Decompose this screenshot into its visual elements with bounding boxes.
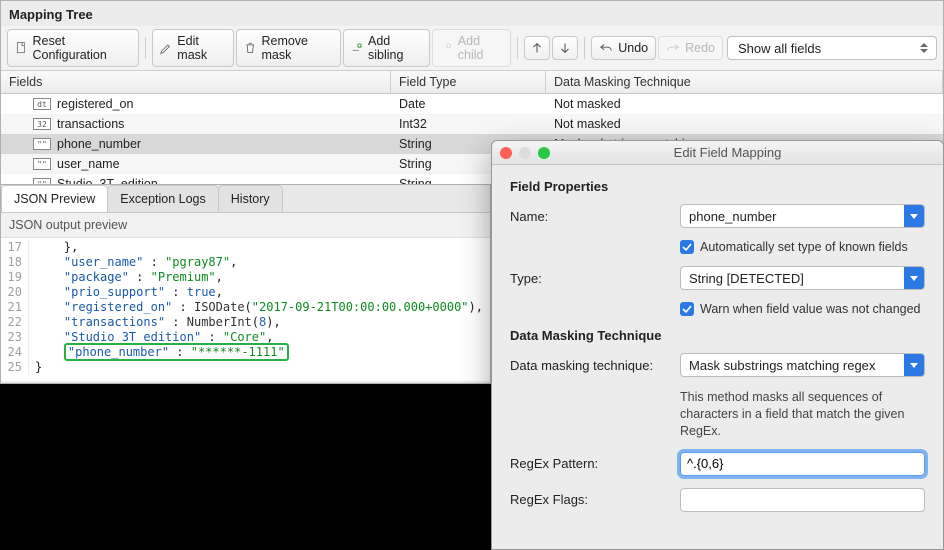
- preview-panel: JSON Preview Exception Logs History JSON…: [0, 184, 491, 384]
- undo-icon: [599, 41, 613, 55]
- field-type-icon: "": [33, 158, 51, 170]
- regex-flags-label: RegEx Flags:: [510, 492, 670, 507]
- header-type[interactable]: Field Type: [391, 71, 546, 93]
- check-icon: [682, 304, 692, 314]
- field-mask: Not masked: [546, 117, 943, 131]
- technique-label: Data masking technique:: [510, 358, 670, 373]
- add-sibling-button[interactable]: Add sibling: [343, 29, 431, 67]
- section-masking: Data Masking Technique: [510, 328, 925, 343]
- json-preview[interactable]: 17 },18 "user_name" : "pgray87",19 "pack…: [1, 238, 490, 381]
- tab-json-preview[interactable]: JSON Preview: [1, 185, 108, 212]
- remove-mask-button[interactable]: Remove mask: [236, 29, 341, 67]
- header-fields[interactable]: Fields: [1, 71, 391, 93]
- type-combo[interactable]: String [DETECTED]: [680, 266, 925, 290]
- reset-button[interactable]: Reset Configuration: [7, 29, 139, 67]
- type-label: Type:: [510, 271, 670, 286]
- show-fields-select[interactable]: Show all fields: [727, 36, 937, 60]
- check-icon: [682, 242, 692, 252]
- tabs: JSON Preview Exception Logs History: [1, 185, 490, 213]
- redo-button: Redo: [658, 36, 723, 60]
- regex-flags-input[interactable]: [680, 488, 925, 512]
- preview-label: JSON output preview: [1, 213, 490, 238]
- name-label: Name:: [510, 209, 670, 224]
- regex-pattern-label: RegEx Pattern:: [510, 456, 670, 471]
- edit-mask-button[interactable]: Edit mask: [152, 29, 234, 67]
- field-name: registered_on: [57, 97, 133, 111]
- field-mask: Not masked: [546, 97, 943, 111]
- field-type: Date: [391, 97, 546, 111]
- field-type: Int32: [391, 117, 546, 131]
- dialog-title: Edit Field Mapping: [520, 145, 935, 160]
- table-row[interactable]: dt registered_on DateNot masked: [1, 94, 943, 114]
- table-header: Fields Field Type Data Masking Technique: [1, 71, 943, 94]
- add-sibling-icon: [351, 41, 363, 55]
- dialog-titlebar[interactable]: Edit Field Mapping: [492, 141, 943, 165]
- tab-history[interactable]: History: [218, 185, 283, 212]
- field-type-icon: 32: [33, 118, 51, 130]
- edit-field-mapping-dialog: Edit Field Mapping Field Properties Name…: [491, 140, 944, 550]
- move-up-button[interactable]: [524, 36, 550, 60]
- add-child-icon: [440, 41, 452, 55]
- tab-exception-logs[interactable]: Exception Logs: [107, 185, 218, 212]
- field-name: phone_number: [57, 137, 141, 151]
- field-type-icon: dt: [33, 98, 51, 110]
- field-name: user_name: [57, 157, 120, 171]
- header-mask[interactable]: Data Masking Technique: [546, 71, 943, 93]
- regex-pattern-input[interactable]: [680, 452, 925, 476]
- chevron-down-icon: [904, 354, 924, 376]
- trash-icon: [244, 41, 256, 55]
- chevron-down-icon: [904, 267, 924, 289]
- chevron-updown-icon: [918, 40, 930, 56]
- document-icon: [15, 41, 27, 55]
- undo-button[interactable]: Undo: [591, 36, 656, 60]
- panel-title: Mapping Tree: [1, 1, 943, 26]
- name-combo[interactable]: phone_number: [680, 204, 925, 228]
- close-icon[interactable]: [500, 147, 512, 159]
- add-child-button: Add child: [432, 29, 511, 67]
- field-type-icon: "": [33, 138, 51, 150]
- warn-checkbox[interactable]: Warn when field value was not changed: [680, 302, 925, 316]
- table-row[interactable]: 32 transactions Int32Not masked: [1, 114, 943, 134]
- auto-type-checkbox[interactable]: Automatically set type of known fields: [680, 240, 925, 254]
- move-down-button[interactable]: [552, 36, 578, 60]
- arrow-down-icon: [558, 41, 572, 55]
- pencil-icon: [160, 41, 172, 55]
- section-field-properties: Field Properties: [510, 179, 925, 194]
- chevron-down-icon: [904, 205, 924, 227]
- technique-combo[interactable]: Mask substrings matching regex: [680, 353, 925, 377]
- toolbar: Reset Configuration Edit mask Remove mas…: [1, 26, 943, 71]
- field-name: transactions: [57, 117, 124, 131]
- redo-icon: [666, 41, 680, 55]
- arrow-up-icon: [530, 41, 544, 55]
- technique-hint: This method masks all sequences of chara…: [680, 389, 925, 440]
